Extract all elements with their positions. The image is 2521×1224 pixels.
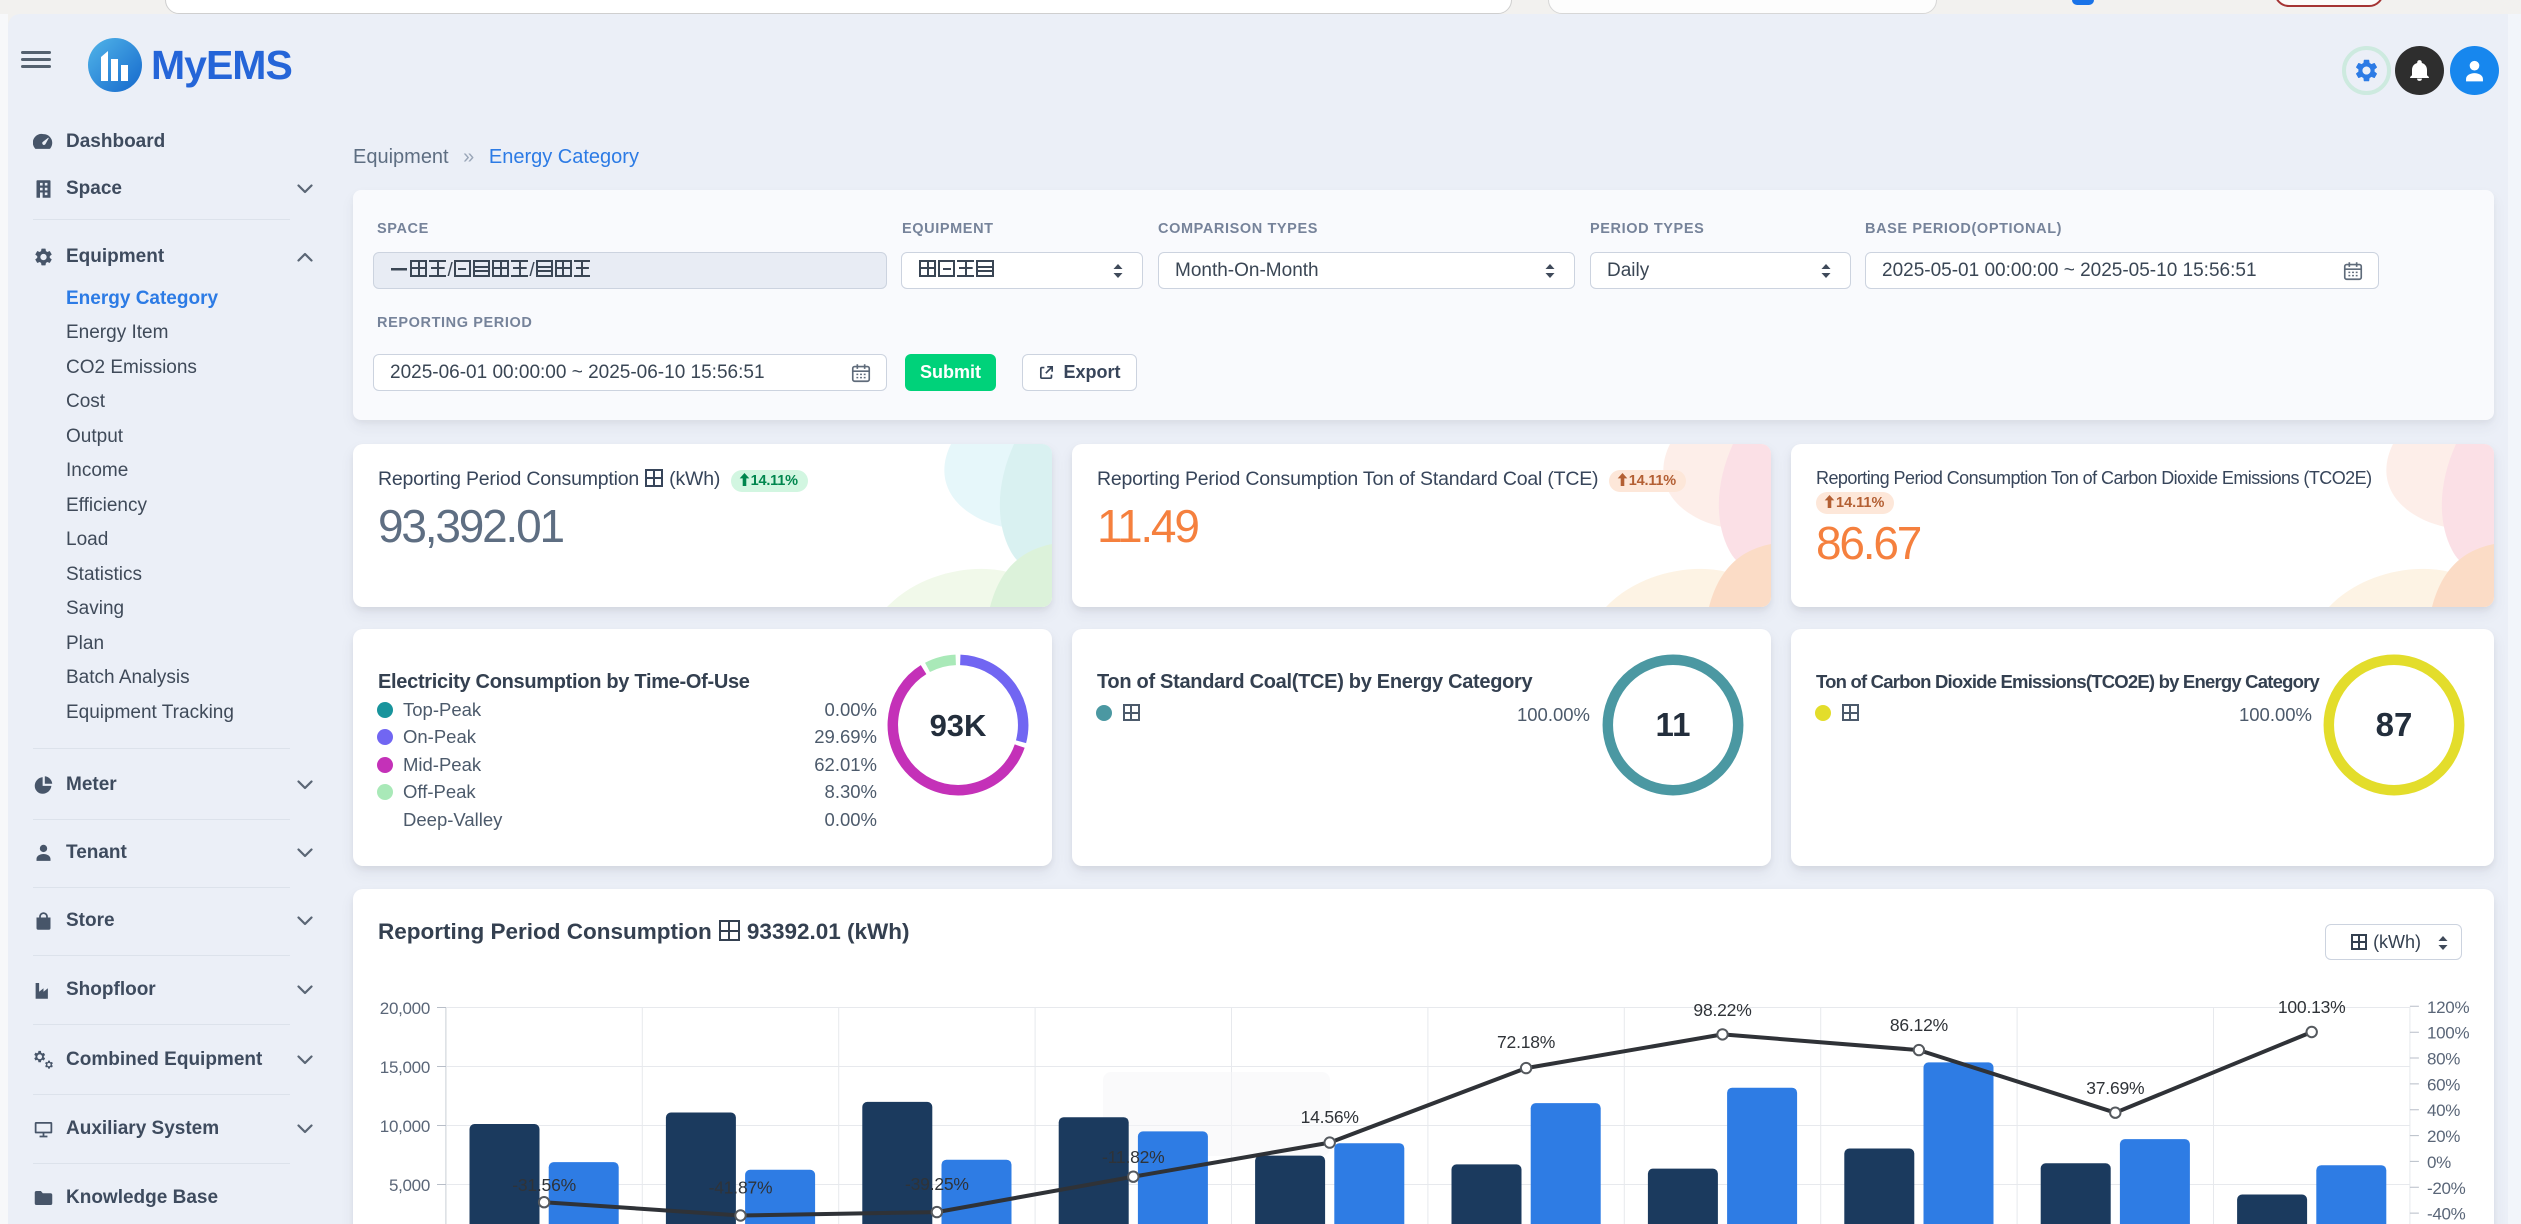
svg-text:100.13%: 100.13%: [2278, 997, 2346, 1017]
svg-text:80%: 80%: [2427, 1050, 2460, 1069]
svg-text:-31.56%: -31.56%: [512, 1175, 576, 1195]
svg-text:20%: 20%: [2427, 1127, 2460, 1146]
svg-text:10,000: 10,000: [380, 1117, 430, 1136]
svg-text:37.69%: 37.69%: [2086, 1078, 2144, 1098]
svg-text:98.22%: 98.22%: [1693, 1000, 1751, 1020]
svg-text:-39.25%: -39.25%: [905, 1174, 969, 1194]
svg-text:0%: 0%: [2427, 1153, 2451, 1172]
svg-text:20,000: 20,000: [380, 999, 430, 1018]
svg-text:100%: 100%: [2427, 1024, 2469, 1043]
svg-text:14.56%: 14.56%: [1301, 1107, 1359, 1127]
svg-text:5,000: 5,000: [389, 1176, 430, 1195]
svg-text:15,000: 15,000: [380, 1058, 430, 1077]
svg-text:-20%: -20%: [2427, 1179, 2466, 1198]
svg-text:86.12%: 86.12%: [1890, 1015, 1948, 1035]
svg-text:-41.87%: -41.87%: [709, 1178, 773, 1198]
svg-text:60%: 60%: [2427, 1075, 2460, 1094]
svg-text:72.18%: 72.18%: [1497, 1032, 1555, 1052]
svg-text:-40%: -40%: [2427, 1205, 2466, 1224]
svg-text:40%: 40%: [2427, 1101, 2460, 1120]
svg-text:120%: 120%: [2427, 998, 2469, 1017]
svg-text:-11.82%: -11.82%: [1102, 1147, 1164, 1167]
